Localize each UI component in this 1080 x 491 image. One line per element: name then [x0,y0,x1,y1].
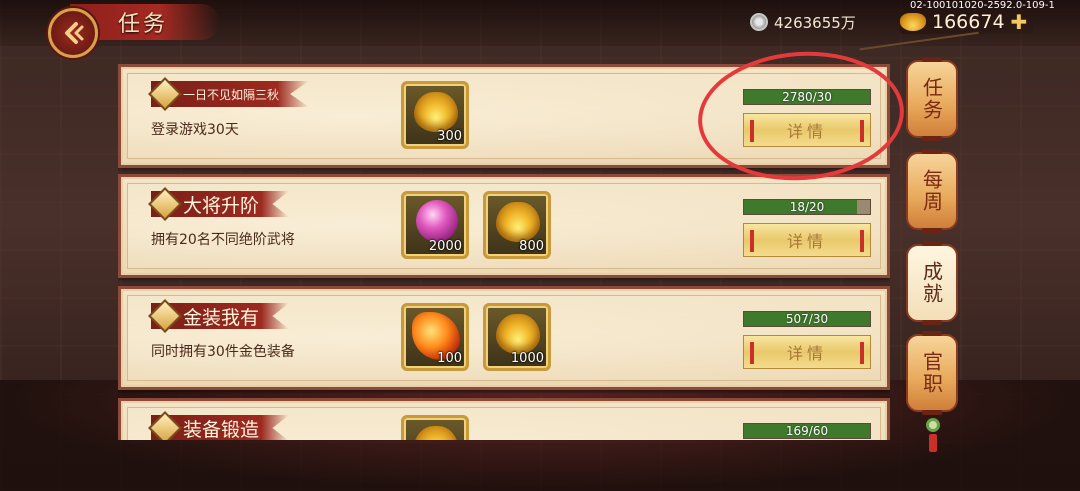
back-arrow-icon [65,22,84,44]
task-card: 金装我有 同时拥有30件金色装备 100 1000 507/30 详情 [118,286,890,390]
progress-text: 18/20 [789,200,825,214]
task-description: 登录游戏30天 [151,122,239,138]
tassel-icon [929,434,937,452]
gold-currency: 166674 ✚ [900,10,1034,34]
detail-button[interactable]: 详情 [743,223,871,257]
pink-gem-icon [416,200,458,242]
page-title: 任务 [118,12,169,37]
tab-official-rank[interactable]: 官职 [906,331,958,415]
silver-amount: 4263655万 [774,13,856,32]
gold-ingot-icon [496,314,540,354]
charm-icon [926,418,940,432]
gold-ingot-icon [496,202,540,242]
gold-amount: 166674 [932,11,1005,33]
reward-item[interactable] [401,415,469,440]
reward-quantity: 2000 [428,239,462,254]
task-description: 拥有20名不同绝阶武将 [151,232,295,248]
task-description: 同时拥有30件金色装备 [151,344,295,360]
silver-coin-icon [750,13,768,31]
reward-item[interactable]: 800 [483,191,551,259]
progress-bar: 18/20 [743,199,871,215]
reward-quantity: 1000 [510,351,544,366]
back-button[interactable] [48,8,98,58]
progress-text: 507/30 [785,312,829,326]
gold-ingot-icon [414,92,458,132]
reward-quantity: 100 [437,351,462,366]
version-text: 02-100101020-2592.0-109-1 [910,0,1055,11]
task-card: 装备锻造 169/60 [118,398,890,440]
add-gold-plus-icon[interactable]: ✚ [1011,10,1028,34]
reward-item[interactable]: 2000 [401,191,469,259]
reward-item[interactable]: 1000 [483,303,551,371]
progress-bar: 169/60 [743,423,871,439]
reward-quantity: 300 [437,129,462,144]
reward-item[interactable]: 100 [401,303,469,371]
silver-currency: 4263655万 [750,10,856,34]
reward-item[interactable]: 300 [401,81,469,149]
task-card: 大将升阶 拥有20名不同绝阶武将 2000 800 18/20 详情 [118,174,890,278]
detail-button[interactable]: 详情 [743,335,871,369]
progress-text: 169/60 [785,424,829,438]
tab-weekly[interactable]: 每周 [906,149,958,233]
tab-task[interactable]: 任务 [906,57,958,141]
tab-achievement[interactable]: 成就 [906,241,958,325]
gold-ingot-icon [414,426,458,440]
reward-quantity: 800 [519,239,544,254]
progress-bar: 507/30 [743,311,871,327]
gold-ingot-icon [900,13,926,31]
